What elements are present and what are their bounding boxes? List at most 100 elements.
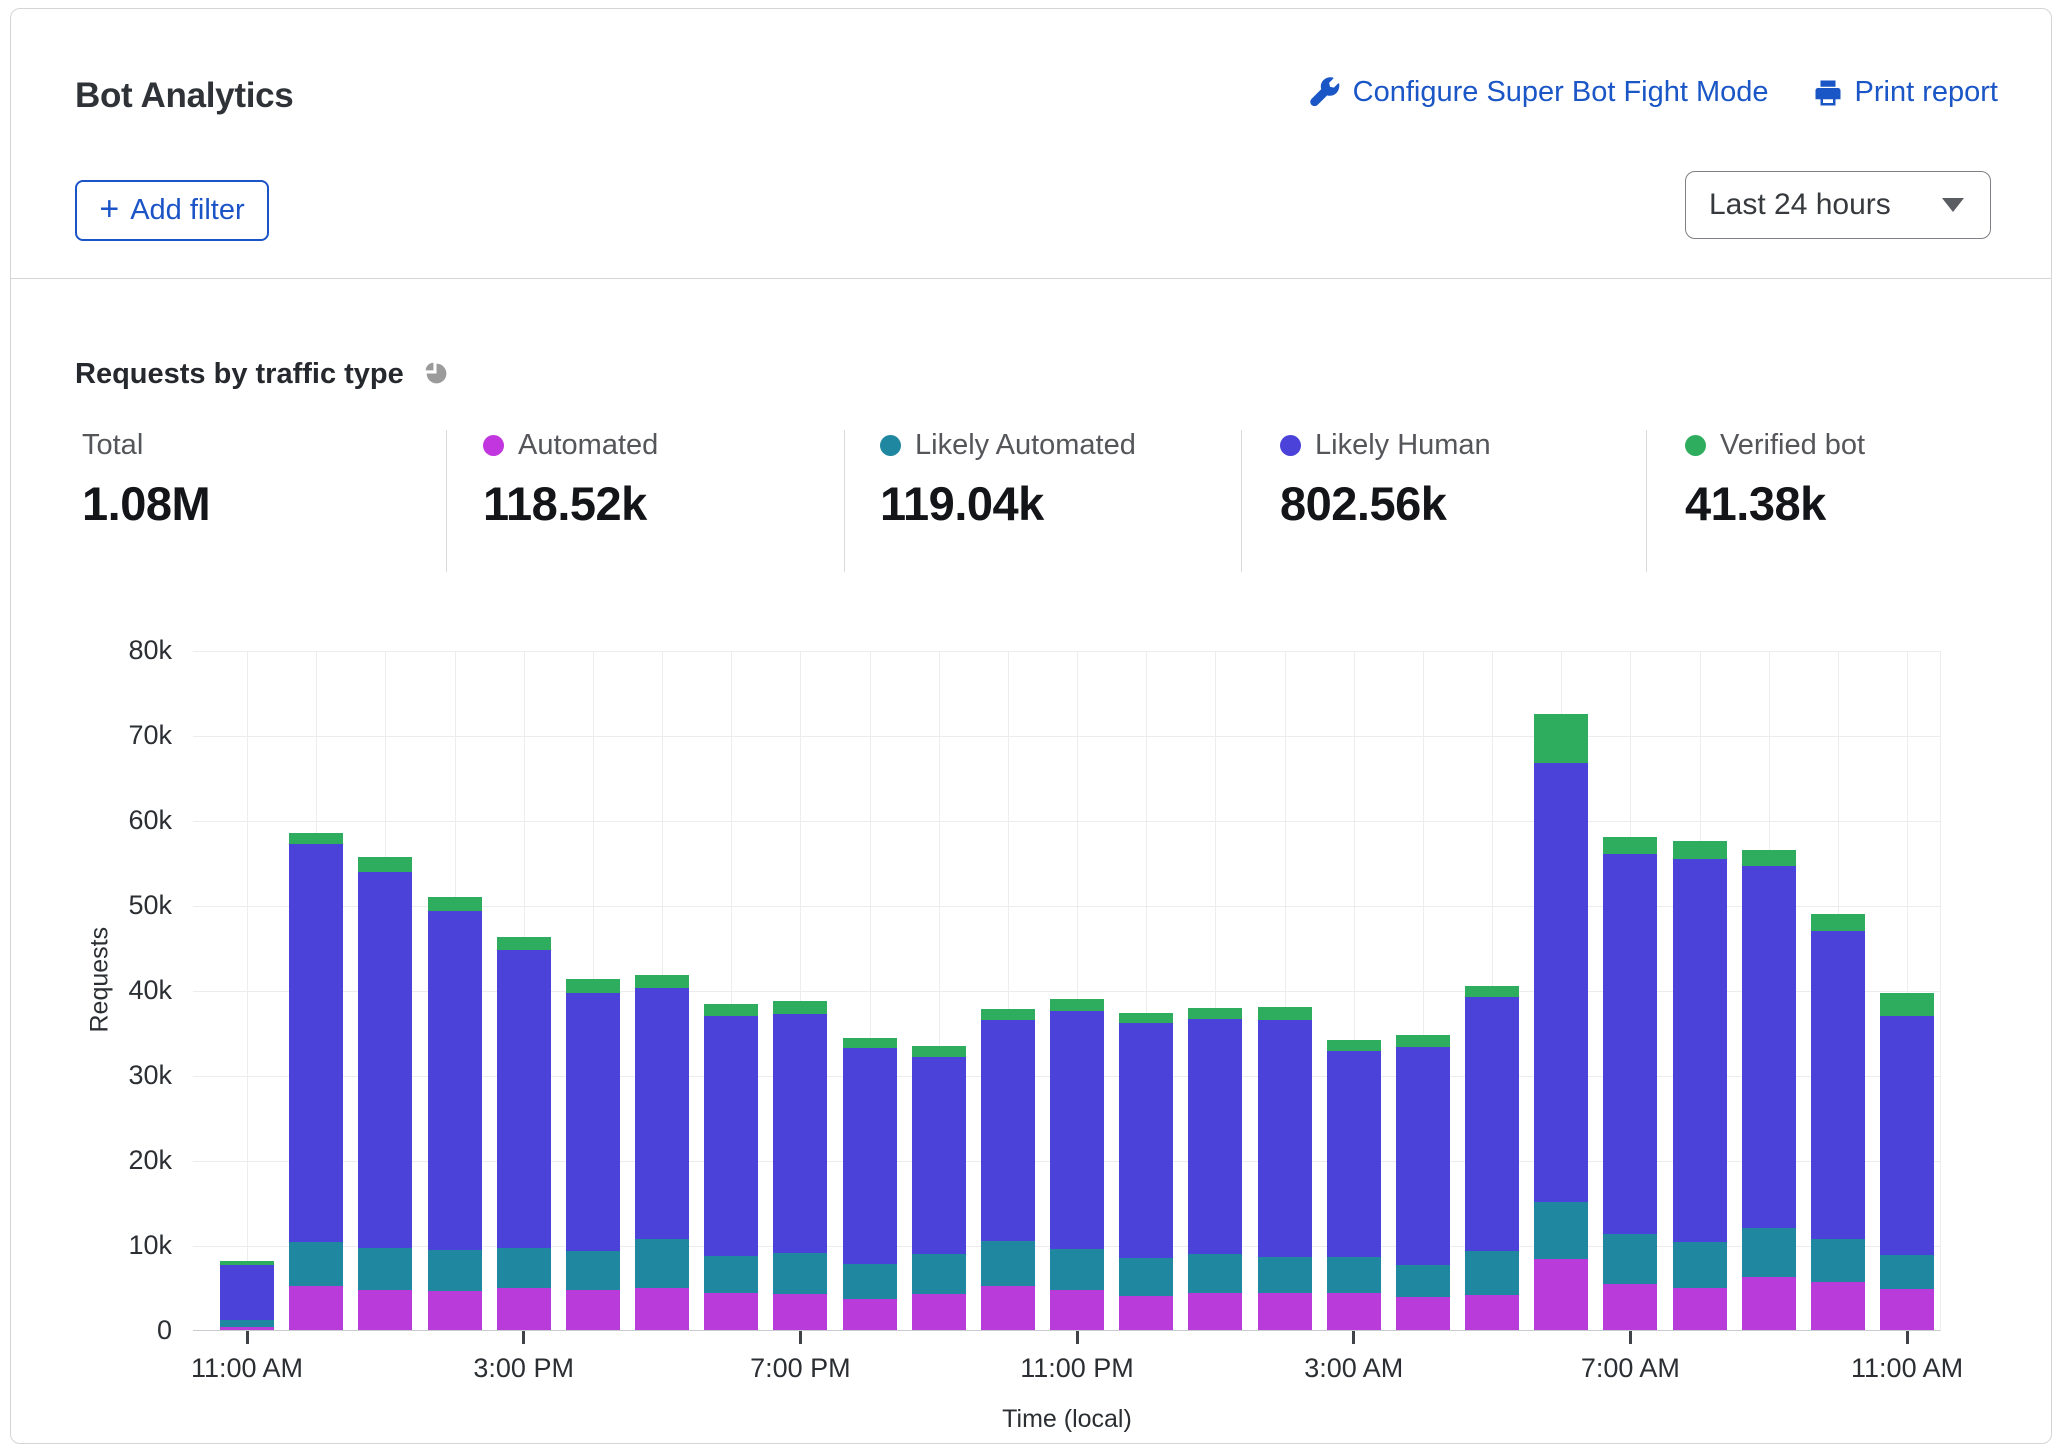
bar-segment-verified-bot (1396, 1035, 1450, 1047)
bar-3-00-am (1327, 1040, 1381, 1330)
x-tick-mark (1629, 1331, 1632, 1344)
traffic-type-stats: Total 1.08M Automated 118.52k Likely Aut… (0, 428, 2062, 578)
bar-segment-likely-human (1811, 931, 1865, 1239)
bar-segment-automated (1119, 1296, 1173, 1330)
bar-segment-likely-human (1742, 866, 1796, 1228)
bar-8-00-am (1673, 841, 1727, 1330)
x-axis-title: Time (local) (967, 1405, 1167, 1434)
bar-segment-automated (289, 1286, 343, 1330)
bar-segment-verified-bot (1119, 1013, 1173, 1023)
bar-11-00-am (220, 1261, 274, 1330)
x-tick-label: 7:00 PM (700, 1353, 900, 1384)
bar-segment-automated (1050, 1290, 1104, 1330)
stat-value: 802.56k (1280, 476, 1491, 531)
y-tick-label: 0 (52, 1315, 172, 1346)
stat-label: Verified bot (1720, 429, 1865, 462)
bar-segment-verified-bot (1465, 986, 1519, 997)
bar-segment-likely-human (1396, 1047, 1450, 1265)
stat-divider (1241, 430, 1242, 572)
bar-segment-automated (843, 1299, 897, 1330)
plus-icon: + (99, 192, 119, 226)
bar-7-00-am (1603, 837, 1657, 1330)
bar-segment-likely-human (428, 911, 482, 1250)
x-tick-label: 3:00 AM (1254, 1353, 1454, 1384)
bar-segment-likely-automated (1673, 1242, 1727, 1288)
bar-segment-verified-bot (1327, 1040, 1381, 1051)
likely-human-legend-dot (1280, 435, 1301, 456)
bar-segment-verified-bot (981, 1009, 1035, 1020)
bar-3-00-pm (497, 937, 551, 1330)
bar-segment-automated (1465, 1295, 1519, 1330)
bar-2-00-am (1258, 1007, 1312, 1330)
automated-legend-dot (483, 435, 504, 456)
bar-segment-automated (773, 1294, 827, 1330)
bar-segment-likely-human (1603, 854, 1657, 1234)
x-tick-label: 3:00 PM (424, 1353, 624, 1384)
bar-9-00-am (1742, 850, 1796, 1330)
stat-automated: Automated 118.52k (483, 428, 658, 531)
bar-segment-verified-bot (1880, 993, 1934, 1015)
bar-segment-verified-bot (358, 857, 412, 871)
bar-segment-likely-automated (843, 1264, 897, 1300)
bar-segment-automated (358, 1290, 412, 1330)
bar-segment-verified-bot (220, 1261, 274, 1264)
y-tick-label: 80k (52, 635, 172, 666)
y-tick-label: 60k (52, 805, 172, 836)
bar-segment-automated (566, 1290, 620, 1330)
bar-5-00-pm (635, 975, 689, 1330)
bar-segment-verified-bot (773, 1001, 827, 1014)
bar-segment-likely-human (981, 1020, 1035, 1241)
x-tick-mark (1076, 1331, 1079, 1344)
wrench-icon (1310, 77, 1341, 108)
bar-segment-likely-automated (1811, 1239, 1865, 1282)
bar-segment-likely-human (1188, 1019, 1242, 1254)
bar-segment-likely-automated (912, 1254, 966, 1294)
v-gridline (247, 651, 248, 1330)
pie-chart-icon (422, 359, 449, 391)
bar-segment-likely-automated (1258, 1257, 1312, 1294)
time-range-dropdown[interactable]: Last 24 hours (1685, 171, 1991, 239)
stat-label: Likely Automated (915, 429, 1136, 462)
print-link-label: Print report (1855, 76, 1998, 109)
bar-segment-likely-automated (1534, 1202, 1588, 1259)
bar-segment-automated (497, 1288, 551, 1331)
bar-segment-automated (1396, 1297, 1450, 1330)
y-tick-label: 20k (52, 1145, 172, 1176)
print-report-link[interactable]: Print report (1813, 76, 1998, 109)
header-divider (11, 278, 2051, 279)
likely-automated-legend-dot (880, 435, 901, 456)
page-title: Bot Analytics (75, 76, 293, 116)
bar-segment-verified-bot (1258, 1007, 1312, 1020)
bar-12-00-am (1119, 1013, 1173, 1330)
bar-segment-likely-human (1465, 997, 1519, 1251)
verified-bot-legend-dot (1685, 435, 1706, 456)
add-filter-button[interactable]: + Add filter (75, 180, 269, 241)
bar-segment-verified-bot (497, 937, 551, 950)
bar-segment-likely-automated (1327, 1257, 1381, 1294)
chevron-down-icon (1942, 198, 1964, 212)
bar-6-00-pm (704, 1004, 758, 1330)
bar-segment-likely-human (1534, 763, 1588, 1202)
bar-segment-verified-bot (1673, 841, 1727, 859)
bar-4-00-am (1396, 1035, 1450, 1330)
bar-segment-likely-human (912, 1057, 966, 1254)
bar-9-00-pm (912, 1046, 966, 1330)
bar-segment-automated (1534, 1259, 1588, 1330)
bar-segment-likely-human (220, 1265, 274, 1320)
bar-segment-automated (1258, 1293, 1312, 1330)
bar-segment-verified-bot (1534, 714, 1588, 763)
bar-segment-verified-bot (1603, 837, 1657, 854)
x-tick-label: 11:00 AM (147, 1353, 347, 1384)
bar-segment-automated (220, 1327, 274, 1330)
bar-segment-likely-automated (1742, 1228, 1796, 1277)
printer-icon (1813, 78, 1843, 108)
bar-segment-likely-human (843, 1048, 897, 1264)
bot-analytics-page: Bot Analytics Configure Super Bot Fight … (0, 0, 2062, 1450)
bar-segment-verified-bot (1188, 1008, 1242, 1019)
bar-segment-likely-automated (1396, 1265, 1450, 1296)
bar-segment-likely-human (1258, 1020, 1312, 1257)
time-range-value: Last 24 hours (1709, 188, 1942, 222)
y-tick-label: 70k (52, 720, 172, 751)
configure-super-bot-fight-mode-link[interactable]: Configure Super Bot Fight Mode (1310, 76, 1769, 109)
x-tick-label: 7:00 AM (1530, 1353, 1730, 1384)
